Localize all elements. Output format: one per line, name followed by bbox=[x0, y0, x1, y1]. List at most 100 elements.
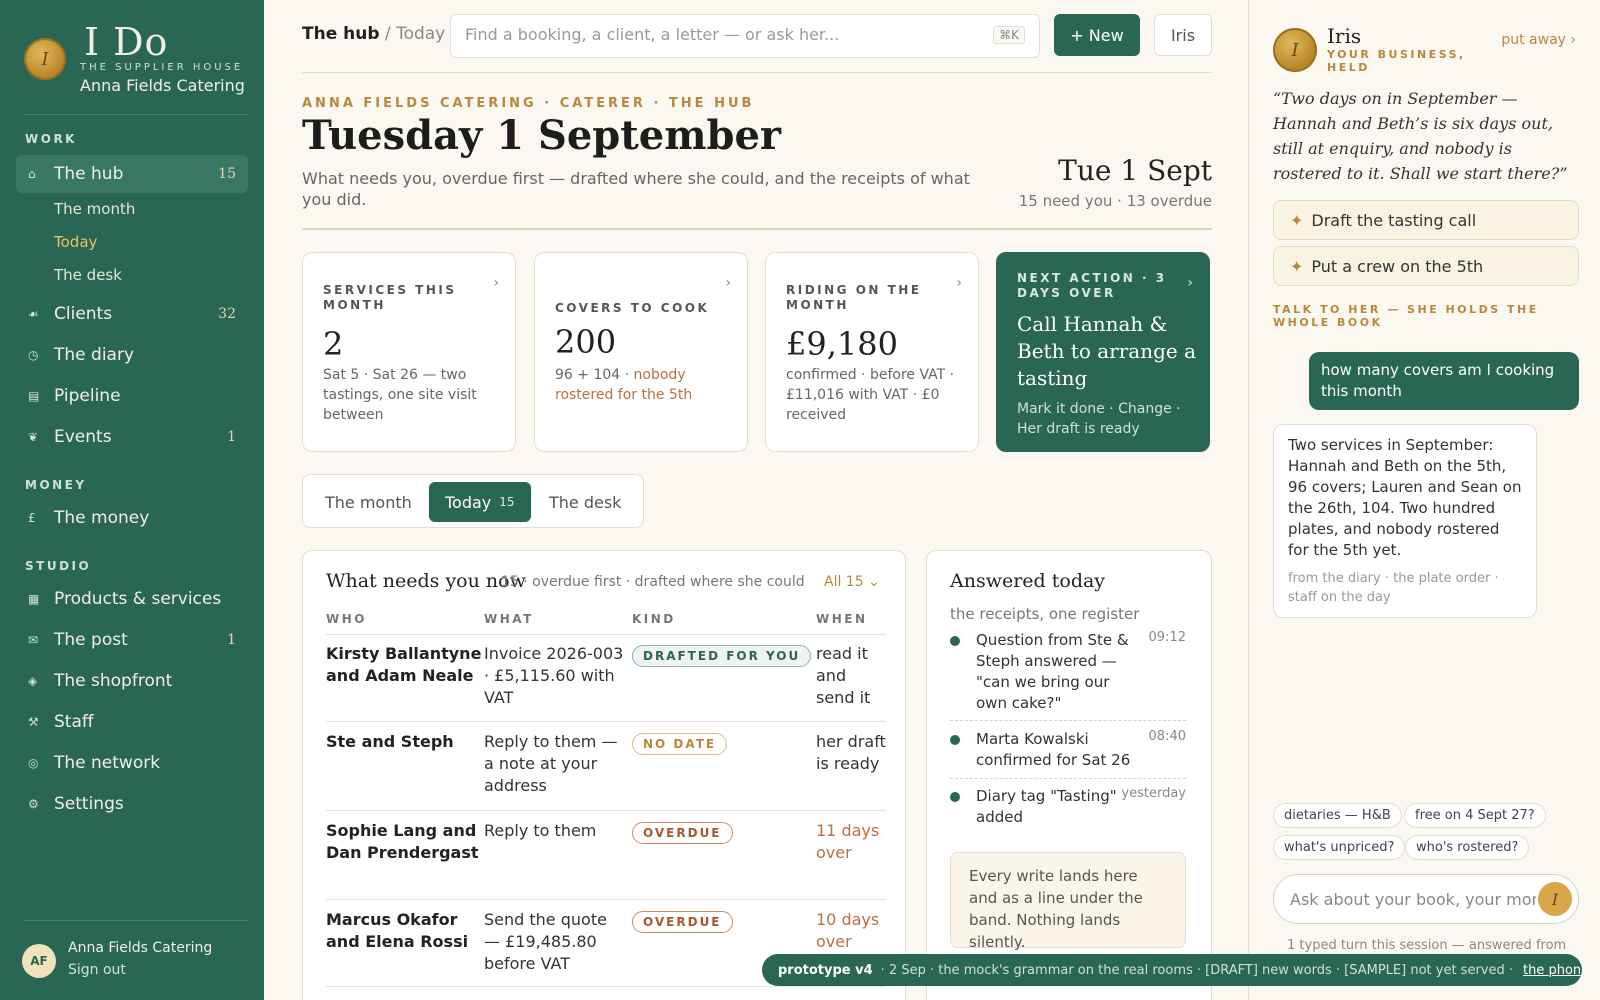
sidebar-item-shopfront[interactable]: ◈ The shopfront bbox=[16, 662, 248, 700]
stat-card-covers[interactable]: COVERS TO COOK › 200 96 + 104 · nobody r… bbox=[534, 252, 748, 452]
breadcrumb-hub[interactable]: The hub bbox=[302, 24, 380, 44]
sign-out-link[interactable]: Sign out bbox=[68, 962, 126, 978]
suggestion-chip[interactable]: who's rostered? bbox=[1405, 835, 1530, 860]
col-what: WHAT bbox=[484, 612, 534, 626]
pipeline-icon: ▤ bbox=[28, 389, 40, 403]
account: AF Anna Fields Catering Sign out bbox=[22, 940, 248, 980]
sidebar-item-network[interactable]: ◎ The network bbox=[16, 744, 248, 782]
events-icon: ❦ bbox=[28, 430, 39, 444]
iris-button[interactable]: Iris bbox=[1154, 14, 1212, 56]
sidebar-item-hub[interactable]: ⌂ The hub 15 bbox=[16, 155, 248, 193]
stat-card-next-action[interactable]: NEXT ACTION · 3 DAYS OVER › Call Hannah … bbox=[996, 252, 1210, 452]
suggestion-chip[interactable]: what's unpriced? bbox=[1273, 835, 1406, 860]
assistant-message: Two services in September: Hannah and Be… bbox=[1273, 424, 1537, 618]
sidebar-item-products[interactable]: ▦ Products & services bbox=[16, 580, 248, 618]
suggestion-chip[interactable]: dietaries — H&B bbox=[1273, 803, 1402, 828]
clients-count: 32 bbox=[218, 306, 236, 322]
stat-desc: 96 + 104 · nobody rostered for the 5th bbox=[555, 367, 693, 403]
sidebar-item-pipeline[interactable]: ▤ Pipeline bbox=[16, 377, 248, 415]
stat-card-services[interactable]: SERVICES THIS MONTH › 2 Sat 5 · Sat 26 —… bbox=[302, 252, 516, 452]
sparkle-icon: ✦ bbox=[1290, 210, 1304, 230]
wax-seal-logo: I bbox=[1273, 28, 1317, 72]
answered-subtitle: the receipts, one register bbox=[950, 605, 1140, 623]
stat-card-riding[interactable]: RIDING ON THE MONTH › £9,180 confirmed ·… bbox=[765, 252, 979, 452]
sidebar-item-post[interactable]: ✉ The post 1 bbox=[16, 621, 248, 659]
filter-dropdown[interactable]: All 15 ⌄ bbox=[824, 574, 880, 590]
divider bbox=[326, 899, 886, 900]
pound-icon: £ bbox=[28, 511, 36, 525]
next-action-links[interactable]: Mark it done · Change · Her draft is rea… bbox=[1017, 399, 1193, 439]
new-button[interactable]: + New bbox=[1054, 14, 1140, 56]
send-button[interactable]: I bbox=[1538, 882, 1572, 916]
section-label-work: WORK bbox=[25, 132, 77, 146]
chevron-right-icon: › bbox=[725, 275, 731, 291]
page-title: Tuesday 1 September bbox=[302, 112, 782, 159]
talk-label: TALK TO HER — SHE HOLDS THE WHOLE BOOK bbox=[1273, 303, 1539, 329]
suggestion-chip[interactable]: free on 4 Sept 27? bbox=[1404, 803, 1546, 828]
network-icon: ◎ bbox=[28, 756, 39, 770]
breadcrumb-today: Today bbox=[396, 24, 446, 44]
sidebar-item-staff[interactable]: ⚒ Staff bbox=[16, 703, 248, 741]
breadcrumb: The hub / Today bbox=[302, 24, 446, 44]
phone-link[interactable]: the phone › bbox=[1523, 963, 1582, 978]
post-count: 1 bbox=[227, 632, 236, 648]
sidebar-subitem-month[interactable]: The month bbox=[54, 200, 135, 218]
brand[interactable]: I I Do THE SUPPLIER HOUSE Anna Fields Ca… bbox=[24, 20, 248, 102]
tab-desk[interactable]: The desk bbox=[533, 482, 637, 522]
brand-mark: I Do bbox=[84, 20, 169, 64]
avatar[interactable]: AF bbox=[22, 944, 56, 978]
sidebar-subitem-desk[interactable]: The desk bbox=[54, 266, 122, 284]
divider bbox=[326, 986, 886, 987]
next-action-title: Call Hannah & Beth to arrange a tasting bbox=[1017, 312, 1197, 390]
search-input[interactable]: Find a booking, a client, a letter — or … bbox=[450, 14, 1040, 58]
sidebar-item-clients[interactable]: ☙ Clients 32 bbox=[16, 295, 248, 333]
assistant-tagline: YOUR BUSINESS, HELD bbox=[1327, 48, 1466, 74]
status-badge: DRAFTED FOR YOU bbox=[632, 645, 812, 667]
session-note: 1 typed turn this session — answered fro… bbox=[1287, 938, 1567, 953]
col-when: WHEN bbox=[816, 612, 868, 626]
put-crew-button[interactable]: ✦ Put a crew on the 5th bbox=[1273, 246, 1579, 286]
sidebar-subitem-today[interactable]: Today bbox=[54, 233, 97, 251]
view-switcher: The month Today 15 The desk bbox=[302, 474, 644, 528]
list-item[interactable]: Diary tag "Tasting" added yesterday bbox=[950, 786, 1186, 830]
assistant-name: Iris bbox=[1327, 24, 1362, 48]
today-date: Tue 1 Sept bbox=[1058, 154, 1212, 187]
stat-value: £9,180 bbox=[786, 325, 898, 363]
brand-subtitle: THE SUPPLIER HOUSE bbox=[80, 62, 244, 73]
status-dot bbox=[950, 636, 960, 646]
grid-icon: ▦ bbox=[28, 592, 40, 606]
list-item[interactable]: Marta Kowalski confirmed for Sat 26 08:4… bbox=[950, 729, 1186, 773]
put-away-button[interactable]: put away › bbox=[1496, 30, 1576, 50]
col-kind: KIND bbox=[632, 612, 676, 626]
needs-title: What needs you now bbox=[326, 570, 526, 592]
sidebar-item-settings[interactable]: ⚙ Settings bbox=[16, 785, 248, 823]
tab-today[interactable]: Today 15 bbox=[429, 482, 531, 522]
envelope-icon: ✉ bbox=[28, 633, 39, 647]
diamond-icon: ◈ bbox=[28, 674, 38, 688]
stat-value: 2 bbox=[323, 325, 344, 363]
answered-title: Answered today bbox=[950, 570, 1106, 592]
clock-icon: ◷ bbox=[28, 348, 39, 362]
stat-value: 200 bbox=[555, 323, 617, 361]
hub-count: 15 bbox=[218, 166, 236, 182]
draft-tasting-call-button[interactable]: ✦ Draft the tasting call bbox=[1273, 200, 1579, 240]
home-icon: ⌂ bbox=[28, 167, 36, 181]
sparkle-icon: ✦ bbox=[1290, 256, 1304, 276]
user-message: how many covers am I cooking this month bbox=[1309, 352, 1579, 410]
message-sources: from the diary · the plate order · staff… bbox=[1288, 571, 1499, 605]
divider bbox=[326, 721, 886, 722]
iris-panel: I Iris YOUR BUSINESS, HELD put away › “T… bbox=[1248, 0, 1600, 1000]
banner-text: · 2 Sep · the mock's grammar on the real… bbox=[880, 962, 1513, 978]
divider bbox=[302, 72, 1212, 73]
assistant-quote: “Two days on in September — Hannah and B… bbox=[1273, 89, 1568, 183]
sidebar-item-events[interactable]: ❦ Events 1 bbox=[16, 418, 248, 456]
ask-input[interactable]: Ask about your book, your month I bbox=[1273, 874, 1579, 924]
sidebar-item-diary[interactable]: ◷ The diary bbox=[16, 336, 248, 374]
tab-month[interactable]: The month bbox=[309, 482, 428, 522]
sidebar-item-money[interactable]: £ The money bbox=[16, 499, 248, 537]
main-content: The hub / Today Find a booking, a client… bbox=[264, 0, 1248, 1000]
divider bbox=[950, 778, 1186, 779]
col-who: WHO bbox=[326, 612, 367, 626]
list-item[interactable]: Question from Ste & Steph answered — "ca… bbox=[950, 630, 1186, 712]
status-badge: OVERDUE bbox=[632, 911, 733, 933]
